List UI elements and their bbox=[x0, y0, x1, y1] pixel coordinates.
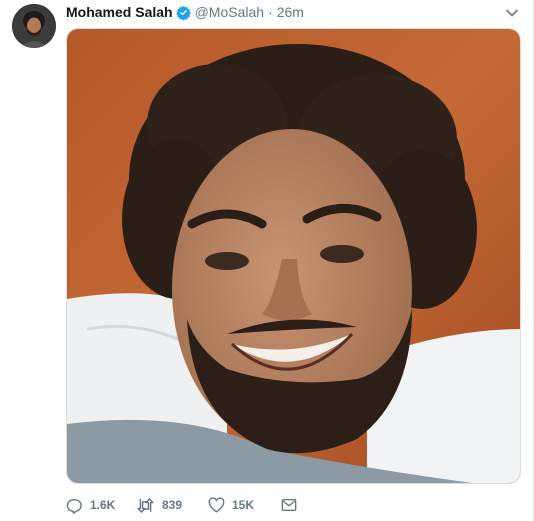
reply-icon bbox=[66, 497, 83, 514]
like-button[interactable]: 15K bbox=[208, 497, 281, 513]
like-icon bbox=[208, 497, 225, 513]
reply-button[interactable]: 1.6K bbox=[66, 497, 136, 514]
direct-message-icon bbox=[281, 498, 297, 512]
verified-badge-icon bbox=[175, 5, 191, 20]
header-separator: · bbox=[268, 4, 273, 20]
tweet-card[interactable]: Mohamed Salah @MoSalah · 26m 1.6K 839 15… bbox=[0, 0, 534, 521]
retweet-icon bbox=[136, 497, 155, 514]
tweet-actions: 1.6K 839 15K bbox=[66, 494, 297, 516]
reply-count: 1.6K bbox=[90, 498, 116, 512]
tweet-timestamp[interactable]: 26m bbox=[277, 3, 304, 21]
retweet-count: 839 bbox=[162, 498, 183, 512]
author-avatar[interactable] bbox=[12, 4, 56, 48]
direct-message-button[interactable] bbox=[281, 498, 297, 512]
author-handle[interactable]: @MoSalah bbox=[195, 3, 264, 21]
retweet-button[interactable]: 839 bbox=[136, 497, 208, 514]
author-name[interactable]: Mohamed Salah bbox=[66, 3, 173, 21]
tweet-photo[interactable] bbox=[66, 28, 521, 484]
like-count: 15K bbox=[232, 498, 255, 512]
tweet-header: Mohamed Salah @MoSalah · 26m bbox=[66, 3, 304, 21]
chevron-down-icon[interactable] bbox=[505, 6, 519, 20]
